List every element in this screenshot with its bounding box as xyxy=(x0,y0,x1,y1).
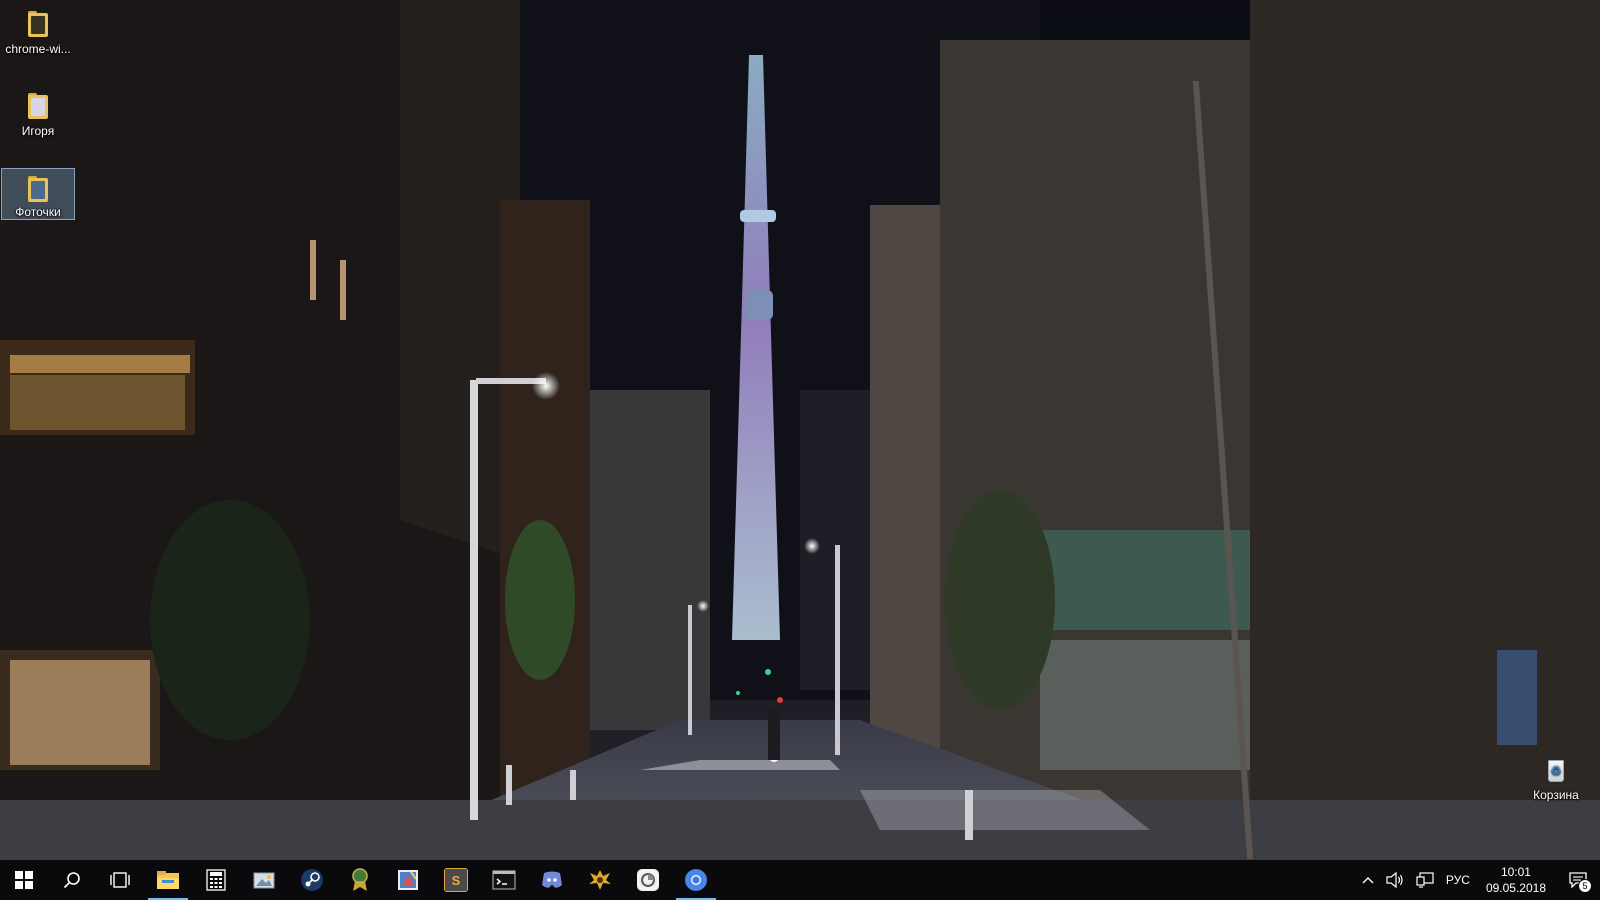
calculator-icon xyxy=(206,869,226,891)
taskbar-paint[interactable] xyxy=(384,860,432,900)
speaker-icon xyxy=(1386,872,1403,888)
volume-button[interactable] xyxy=(1380,860,1410,900)
chevron-up-icon xyxy=(1362,877,1374,884)
taskbar-app-circle[interactable] xyxy=(624,860,672,900)
taskbar-terminal[interactable] xyxy=(480,860,528,900)
recycle-bin-icon: ♻ xyxy=(1544,756,1568,784)
taskbar: S РУС 10:01 09.05.2018 5 xyxy=(0,860,1600,900)
task-view-button[interactable] xyxy=(96,860,144,900)
network-icon xyxy=(1416,872,1434,888)
desktop-icon-label: Фоточки xyxy=(15,205,61,219)
windows-logo-icon xyxy=(15,871,33,889)
clock[interactable]: 10:01 09.05.2018 xyxy=(1476,860,1556,900)
network-button[interactable] xyxy=(1410,860,1440,900)
taskbar-calculator[interactable] xyxy=(192,860,240,900)
language-indicator[interactable]: РУС xyxy=(1440,860,1476,900)
taskbar-sublime[interactable]: S xyxy=(432,860,480,900)
desktop-wallpaper xyxy=(0,0,1600,860)
show-hidden-icons-button[interactable] xyxy=(1356,860,1380,900)
taskbar-file-explorer[interactable] xyxy=(144,860,192,900)
app-icon xyxy=(637,869,659,891)
desktop-icon-label: Корзина xyxy=(1533,788,1579,802)
action-center-button[interactable]: 5 xyxy=(1556,860,1600,900)
desktop-icon-chrome-folder[interactable]: chrome-wi... xyxy=(1,4,75,56)
taskbar-award-app[interactable] xyxy=(336,860,384,900)
file-explorer-icon xyxy=(157,871,179,889)
clock-time: 10:01 xyxy=(1500,865,1531,879)
taskbar-game-launcher[interactable] xyxy=(576,860,624,900)
taskbar-photos[interactable] xyxy=(240,860,288,900)
taskbar-steam[interactable] xyxy=(288,860,336,900)
sublime-icon: S xyxy=(444,868,468,892)
discord-icon xyxy=(542,871,562,888)
photos-icon xyxy=(253,872,275,889)
terminal-icon xyxy=(492,870,516,890)
ribbon-icon xyxy=(352,868,368,891)
desktop-icon-label: chrome-wi... xyxy=(5,42,71,56)
wallpaper-scene xyxy=(0,0,1600,860)
folder-icon xyxy=(26,92,50,120)
desktop-icon-recycle-bin[interactable]: ♻ Корзина xyxy=(1519,750,1593,802)
notification-count-badge: 5 xyxy=(1578,879,1592,893)
task-view-icon xyxy=(110,872,130,888)
search-button[interactable] xyxy=(48,860,96,900)
desktop-icon-label: Игоря xyxy=(21,124,55,138)
crest-icon xyxy=(589,870,611,890)
clock-date: 09.05.2018 xyxy=(1485,881,1546,895)
system-tray: РУС 10:01 09.05.2018 5 xyxy=(1356,860,1600,900)
desktop-icon-igorya-folder[interactable]: Игоря xyxy=(1,86,75,138)
folder-icon xyxy=(26,175,50,202)
search-icon xyxy=(63,872,80,889)
chrome-icon xyxy=(685,869,707,891)
paint-icon xyxy=(398,870,418,890)
desktop-icon-fotochki-folder[interactable]: Фоточки xyxy=(1,168,75,220)
taskbar-discord[interactable] xyxy=(528,860,576,900)
steam-icon xyxy=(301,869,323,891)
folder-icon xyxy=(26,10,50,38)
start-button[interactable] xyxy=(0,860,48,900)
taskbar-chrome[interactable] xyxy=(672,860,720,900)
